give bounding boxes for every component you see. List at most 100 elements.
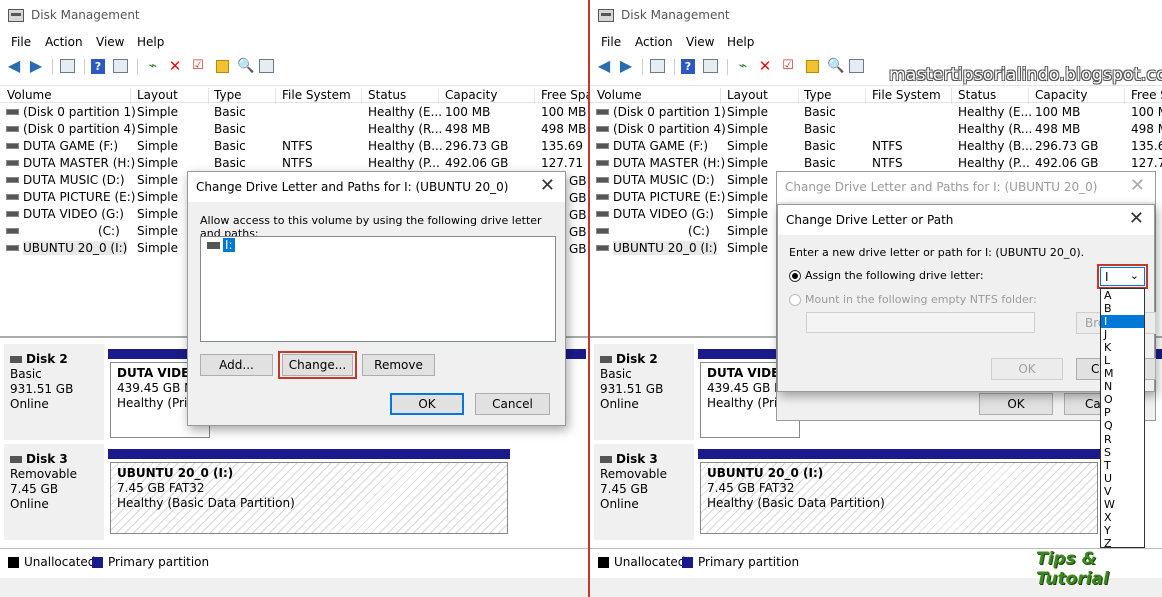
letter-option[interactable]: M xyxy=(1101,367,1144,380)
connect-drive-icon[interactable]: ⌁ xyxy=(735,58,751,74)
letter-option[interactable]: J xyxy=(1101,328,1144,341)
volume-name: DUTA MUSIC (D:) xyxy=(23,173,125,187)
col-file-system[interactable]: File System xyxy=(282,88,351,102)
letter-option[interactable]: Q xyxy=(1101,419,1144,432)
close-icon[interactable]: ✕ xyxy=(540,175,555,196)
col-file-system[interactable]: File System xyxy=(872,88,941,102)
help-icon[interactable]: ? xyxy=(91,59,105,74)
folder-up-icon[interactable] xyxy=(216,60,229,73)
cancel-button[interactable]: Cancel xyxy=(475,393,550,415)
col-free-space[interactable]: Free Spa... xyxy=(1131,88,1162,102)
letter-option[interactable]: Y xyxy=(1101,524,1144,537)
letter-option[interactable]: T xyxy=(1101,459,1144,472)
path-entry[interactable]: I: xyxy=(223,238,235,252)
forward-icon[interactable]: ▶ xyxy=(28,58,44,74)
disk-list-icon[interactable] xyxy=(650,59,665,73)
remove-button[interactable]: Remove xyxy=(362,354,435,376)
close-icon[interactable]: ✕ xyxy=(1129,208,1144,229)
close-icon[interactable]: ✕ xyxy=(1130,175,1145,196)
letter-option[interactable]: V xyxy=(1101,485,1144,498)
back-icon[interactable]: ◀ xyxy=(596,58,612,74)
add-button[interactable]: Add... xyxy=(200,354,273,376)
menu-file[interactable]: File xyxy=(11,35,31,49)
volume-status: Healthy (P... xyxy=(368,156,440,170)
volume-name: (Disk 0 partition 1) xyxy=(613,105,726,119)
menu-view[interactable]: View xyxy=(96,35,124,49)
mount-folder-label[interactable]: Mount in the following empty NTFS folder… xyxy=(805,293,1037,306)
assign-letter-radio[interactable] xyxy=(789,270,801,282)
letter-option[interactable]: A xyxy=(1101,289,1144,302)
letter-option[interactable]: L xyxy=(1101,354,1144,367)
folder-path-input[interactable] xyxy=(806,312,1035,333)
ok-button[interactable]: OK xyxy=(979,393,1053,415)
col-layout[interactable]: Layout xyxy=(727,88,768,102)
col-layout[interactable]: Layout xyxy=(137,88,178,102)
disk2-label[interactable]: Disk 2 Basic 931.51 GB Online xyxy=(4,344,104,440)
col-status[interactable]: Status xyxy=(958,88,996,102)
col-type[interactable]: Type xyxy=(214,88,242,102)
volume-row[interactable]: (Disk 0 partition 1) Simple Basic Health… xyxy=(590,104,1162,121)
letter-option[interactable]: S xyxy=(1101,446,1144,459)
help-icon[interactable]: ? xyxy=(681,59,695,74)
col-free-space[interactable]: Free Spa... xyxy=(541,88,589,102)
col-capacity[interactable]: Capacity xyxy=(445,88,497,102)
menu-view[interactable]: View xyxy=(686,35,714,49)
col-volume[interactable]: Volume xyxy=(597,88,642,102)
search-icon[interactable]: 🔍 xyxy=(827,58,844,74)
properties-icon[interactable] xyxy=(113,59,128,73)
disk-list-icon[interactable] xyxy=(60,59,75,73)
properties-icon[interactable] xyxy=(703,59,718,73)
disk3-label[interactable]: Disk 3 Removable 7.45 GB Online xyxy=(4,444,104,540)
col-capacity[interactable]: Capacity xyxy=(1035,88,1087,102)
letter-option[interactable]: K xyxy=(1101,341,1144,354)
delete-icon[interactable]: ✕ xyxy=(757,58,773,74)
letter-option[interactable]: P xyxy=(1101,406,1144,419)
letter-option[interactable]: B xyxy=(1101,302,1144,315)
volume-list-header: Volume Layout Type File System Status Ca… xyxy=(0,85,589,104)
forward-icon[interactable]: ▶ xyxy=(618,58,634,74)
disk2-label[interactable]: Disk 2 Basic 931.51 GB Online xyxy=(594,344,694,440)
check-icon[interactable]: ☑ xyxy=(780,58,796,74)
settings-icon[interactable] xyxy=(259,59,274,73)
drive-letter-options[interactable]: A B I J K L M N O P Q R S T U V W X Y Z xyxy=(1100,288,1145,550)
settings-icon[interactable] xyxy=(849,59,864,73)
col-type[interactable]: Type xyxy=(804,88,832,102)
ok-button[interactable]: OK xyxy=(390,393,464,415)
letter-option[interactable]: X xyxy=(1101,511,1144,524)
letter-option-selected[interactable]: I xyxy=(1101,315,1144,329)
letter-option[interactable]: Z xyxy=(1101,537,1144,550)
volume-row[interactable]: (Disk 0 partition 4) Simple Basic Health… xyxy=(590,121,1162,138)
volume-row[interactable]: (Disk 0 partition 4) Simple Basic Health… xyxy=(0,121,589,138)
letter-option[interactable]: N xyxy=(1101,380,1144,393)
search-icon[interactable]: 🔍 xyxy=(237,58,254,74)
volume-row[interactable]: (Disk 0 partition 1) Simple Basic Health… xyxy=(0,104,589,121)
menu-file[interactable]: File xyxy=(601,35,621,49)
col-volume[interactable]: Volume xyxy=(7,88,52,102)
letter-option[interactable]: U xyxy=(1101,472,1144,485)
check-icon[interactable]: ☑ xyxy=(190,58,206,74)
volume-row[interactable]: DUTA MASTER (H:) Simple Basic NTFS Healt… xyxy=(590,155,1162,172)
letter-option[interactable]: W xyxy=(1101,498,1144,511)
assign-letter-label[interactable]: Assign the following drive letter: xyxy=(805,269,984,282)
connect-drive-icon[interactable]: ⌁ xyxy=(145,58,161,74)
disk3-label[interactable]: Disk 3 Removable 7.45 GB Online xyxy=(594,444,694,540)
menu-action[interactable]: Action xyxy=(45,35,83,49)
volume-row[interactable]: DUTA GAME (F:) Simple Basic NTFS Healthy… xyxy=(0,138,589,155)
volume-row[interactable]: DUTA GAME (F:) Simple Basic NTFS Healthy… xyxy=(590,138,1162,155)
menu-help[interactable]: Help xyxy=(727,35,754,49)
letter-option[interactable]: R xyxy=(1101,433,1144,446)
partition-ubuntu[interactable]: UBUNTU 20_0 (I:) 7.45 GB FAT32 Healthy (… xyxy=(110,462,508,534)
ok-button[interactable]: OK xyxy=(991,358,1063,380)
paths-listbox[interactable]: I: xyxy=(200,236,556,342)
delete-icon[interactable]: ✕ xyxy=(167,58,183,74)
menu-help[interactable]: Help xyxy=(137,35,164,49)
volume-row[interactable]: DUTA MASTER (H:) Simple Basic NTFS Healt… xyxy=(0,155,589,172)
partition-ubuntu[interactable]: UBUNTU 20_0 (I:) 7.45 GB FAT32 Healthy (… xyxy=(700,462,1098,534)
menu-action[interactable]: Action xyxy=(635,35,673,49)
folder-up-icon[interactable] xyxy=(806,60,819,73)
letter-option[interactable]: O xyxy=(1101,393,1144,406)
col-status[interactable]: Status xyxy=(368,88,406,102)
scrollbar[interactable] xyxy=(0,578,589,597)
mount-folder-radio[interactable] xyxy=(789,294,801,306)
back-icon[interactable]: ◀ xyxy=(6,58,22,74)
